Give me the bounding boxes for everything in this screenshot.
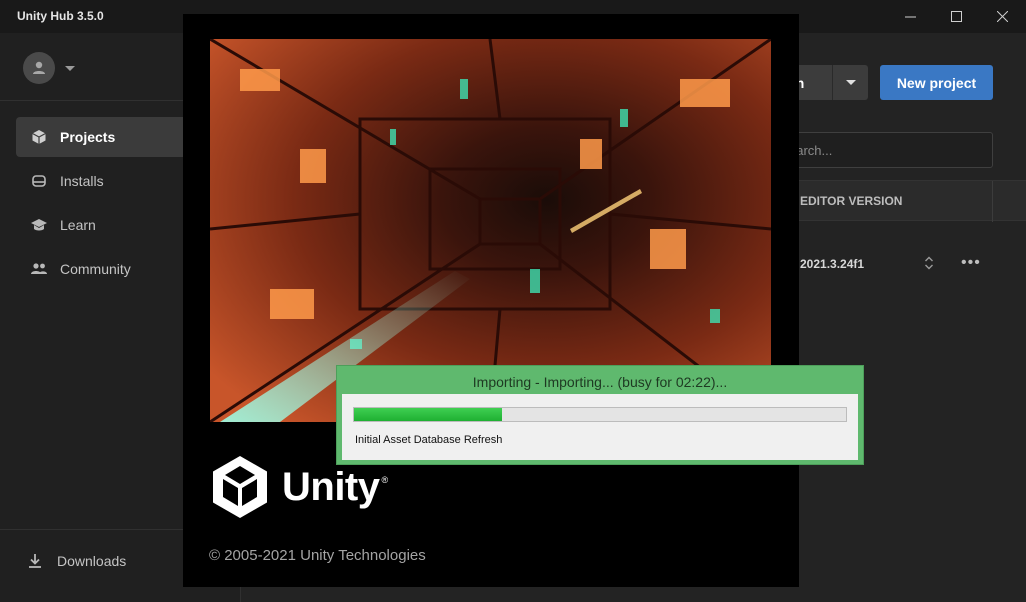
progress-body: Initial Asset Database Refresh — [342, 394, 858, 460]
column-divider — [992, 181, 993, 222]
chevron-down-icon — [65, 65, 75, 71]
unity-hub-window: Unity Hub 3.5.0 Projects Installs Learn … — [0, 0, 1026, 602]
chevron-up-down-icon — [925, 256, 933, 270]
graduation-cap-icon — [30, 216, 48, 234]
minimize-button[interactable] — [887, 0, 933, 33]
avatar[interactable] — [23, 52, 55, 84]
progress-status: Initial Asset Database Refresh — [355, 434, 503, 446]
maximize-icon — [950, 11, 962, 22]
copyright-text: © 2005-2021 Unity Technologies — [209, 547, 426, 564]
unity-logo-text: Unity — [282, 464, 380, 509]
chevron-down-icon — [845, 80, 856, 85]
user-icon — [33, 61, 45, 74]
install-icon — [30, 172, 48, 190]
cube-icon — [30, 128, 48, 146]
close-button[interactable] — [979, 0, 1025, 33]
search-input[interactable]: earch... — [770, 132, 993, 168]
new-project-button[interactable]: New project — [880, 65, 993, 100]
sidebar-item-label: Learn — [60, 217, 96, 233]
sidebar-item-label: Community — [60, 261, 131, 277]
registered-mark: ® — [381, 475, 389, 485]
import-progress-dialog: Importing - Importing... (busy for 02:22… — [336, 365, 864, 465]
progress-bar — [353, 407, 847, 422]
downloads-button[interactable]: Downloads — [26, 552, 126, 570]
unity-logo-icon — [213, 456, 267, 518]
maximize-button[interactable] — [933, 0, 979, 33]
projects-table-header: EDITOR VERSION — [770, 180, 1026, 222]
more-options-button[interactable]: ••• — [961, 254, 981, 272]
minimize-icon — [904, 16, 916, 18]
account-menu[interactable] — [23, 52, 75, 84]
progress-bar-fill — [354, 408, 502, 421]
window-title: Unity Hub 3.5.0 — [17, 9, 104, 23]
open-dropdown-button[interactable] — [832, 65, 868, 100]
table-row[interactable]: 2021.3.24f1 ••• — [770, 245, 1026, 285]
unity-splash-screen: Unity ® © 2005-2021 Unity Technologies — [183, 14, 799, 587]
version-selector[interactable] — [924, 255, 934, 276]
downloads-label: Downloads — [57, 553, 127, 569]
download-icon — [26, 552, 44, 570]
column-header-editor-version[interactable]: EDITOR VERSION — [800, 194, 902, 208]
editor-version-cell: 2021.3.24f1 — [800, 257, 865, 271]
sidebar-item-label: Projects — [60, 129, 116, 145]
close-icon — [996, 11, 1008, 22]
sidebar-item-label: Installs — [60, 173, 104, 189]
progress-title: Importing - Importing... (busy for 02:22… — [472, 374, 728, 390]
people-icon — [30, 260, 48, 278]
